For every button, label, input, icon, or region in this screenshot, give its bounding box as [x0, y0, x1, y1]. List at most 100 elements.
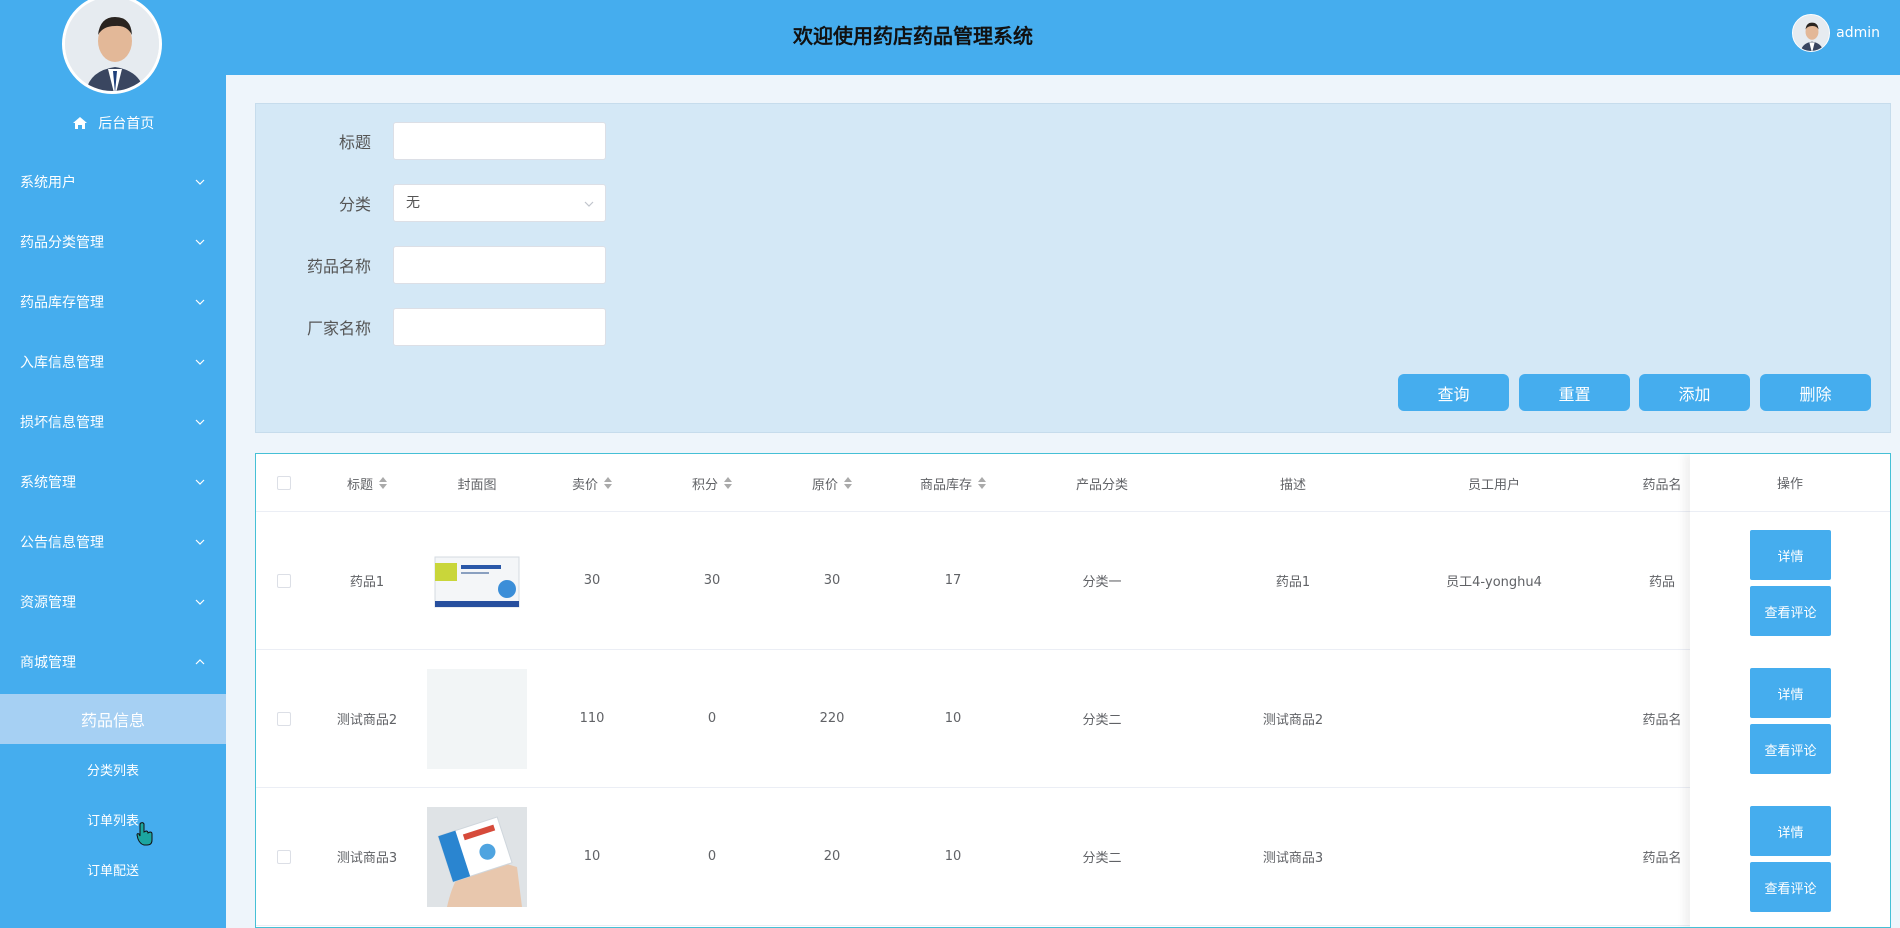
cell-cover — [422, 650, 532, 787]
product-image — [427, 806, 527, 907]
chevron-down-icon — [195, 299, 205, 305]
sidebar-item-damage[interactable]: 损坏信息管理 — [0, 392, 226, 452]
column-header-label: 产品分类 — [1075, 477, 1128, 493]
category-filter-select[interactable]: 无 — [393, 184, 606, 222]
drug-table: 标题 封面图 卖价 积分 原价 商品库存 产品分类 描述 员工用户 药品名 药品… — [255, 453, 1891, 928]
column-header-label: 卖价 — [571, 477, 598, 493]
sort-icon — [379, 477, 387, 489]
chevron-down-icon — [195, 599, 205, 605]
sidebar-item-drug-category[interactable]: 药品分类管理 — [0, 212, 226, 272]
manufacturer-filter-row: 厂家名称 — [256, 308, 606, 346]
search-panel: 标题 分类 无 药品名称 厂家名称 查询 重置 添加 删除 — [255, 103, 1891, 433]
row-checkbox[interactable] — [277, 849, 291, 864]
manufacturer-filter-input[interactable] — [393, 308, 606, 346]
avatar — [1792, 14, 1831, 52]
drug-name-filter-row: 药品名称 — [256, 246, 606, 284]
sidebar-subitem-drug-info[interactable]: 药品信息 — [0, 694, 226, 744]
sidebar-item-label: 入库信息管理 — [20, 355, 104, 371]
column-header-cover: 封面图 — [422, 454, 532, 512]
row-checkbox[interactable] — [277, 573, 291, 588]
cell-description: 测试商品3 — [1262, 851, 1324, 866]
detail-button[interactable]: 详情 — [1750, 806, 1831, 856]
category-filter-label: 分类 — [338, 195, 371, 214]
product-image — [427, 530, 527, 631]
title-filter-row: 标题 — [256, 122, 606, 160]
sidebar-item-label: 资源管理 — [20, 595, 76, 611]
sort-icon — [604, 477, 612, 489]
sidebar-item-mall[interactable]: 商城管理 — [0, 632, 226, 692]
select-all-checkbox[interactable] — [277, 476, 291, 490]
sidebar-item-resources[interactable]: 资源管理 — [0, 572, 226, 632]
sidebar-item-system-users[interactable]: 系统用户 — [0, 152, 226, 212]
cell-price: 10 — [583, 849, 601, 864]
reset-button[interactable]: 重置 — [1519, 374, 1630, 411]
cell-cover — [422, 512, 532, 649]
page-title: 欢迎使用药店药品管理系统 — [793, 24, 1033, 48]
chevron-up-icon — [195, 659, 205, 665]
sidebar-subitem-category-list[interactable]: 分类列表 — [0, 744, 226, 794]
category-filter-value: 无 — [406, 195, 420, 211]
cell-cover — [422, 788, 532, 925]
table-row: 测试商品3 10 0 20 10 分类二 测试商品3 药品名 — [256, 788, 1890, 926]
column-header-description: 描述 — [1190, 454, 1396, 512]
column-header-label: 标题 — [346, 477, 373, 493]
query-button[interactable]: 查询 — [1398, 374, 1509, 411]
sidebar-item-drug-inventory[interactable]: 药品库存管理 — [0, 272, 226, 332]
title-filter-input[interactable] — [393, 122, 606, 160]
column-header-label: 原价 — [811, 477, 838, 493]
cell-category: 分类一 — [1082, 575, 1122, 590]
cell-description: 药品1 — [1275, 575, 1311, 590]
detail-button[interactable]: 详情 — [1750, 530, 1831, 580]
column-header-title[interactable]: 标题 — [312, 454, 422, 512]
column-header-label: 商品库存 — [919, 477, 972, 493]
chevron-down-icon — [195, 539, 205, 545]
sidebar-item-label: 药品分类管理 — [20, 235, 104, 251]
column-header-original-price[interactable]: 原价 — [772, 454, 892, 512]
sidebar-home-label: 后台首页 — [98, 116, 155, 132]
column-header-label: 员工用户 — [1467, 477, 1520, 493]
sidebar-item-label: 公告信息管理 — [20, 535, 104, 551]
cell-original-price: 220 — [819, 711, 845, 726]
cell-category: 分类二 — [1082, 713, 1122, 728]
cell-points: 30 — [703, 573, 721, 588]
table-header-row: 标题 封面图 卖价 积分 原价 商品库存 产品分类 描述 员工用户 药品名 — [256, 454, 1890, 512]
sort-icon — [844, 477, 852, 489]
home-icon — [72, 117, 87, 129]
cell-staff — [1396, 650, 1592, 787]
cell-price: 30 — [583, 573, 601, 588]
row-select-cell — [256, 788, 312, 925]
column-header-stock[interactable]: 商品库存 — [892, 454, 1014, 512]
top-header: 欢迎使用药店药品管理系统 admin — [226, 0, 1900, 75]
sidebar-home-link[interactable]: 后台首页 — [0, 112, 226, 136]
chevron-down-icon — [195, 359, 205, 365]
view-comments-button[interactable]: 查看评论 — [1750, 586, 1831, 636]
sidebar-item-stock-in[interactable]: 入库信息管理 — [0, 332, 226, 392]
detail-button[interactable]: 详情 — [1750, 668, 1831, 718]
row-checkbox[interactable] — [277, 711, 291, 726]
cell-description: 测试商品2 — [1262, 713, 1324, 728]
table-row: 测试商品2 110 0 220 10 分类二 测试商品2 药品名 — [256, 650, 1890, 788]
user-menu[interactable]: admin — [1792, 14, 1880, 52]
column-header-points[interactable]: 积分 — [652, 454, 772, 512]
drug-name-filter-input[interactable] — [393, 246, 606, 284]
cell-points: 0 — [707, 711, 717, 726]
sidebar-item-system-management[interactable]: 系统管理 — [0, 452, 226, 512]
cell-title: 测试商品2 — [336, 713, 398, 728]
manufacturer-filter-label: 厂家名称 — [306, 319, 371, 338]
sidebar-subitem-label: 分类列表 — [86, 763, 139, 779]
column-header-label: 药品名 — [1642, 477, 1682, 493]
sidebar-avatar — [62, 0, 162, 94]
sidebar-subitem-order-list[interactable]: 订单列表 — [0, 794, 226, 844]
sidebar-item-announcements[interactable]: 公告信息管理 — [0, 512, 226, 572]
sidebar-subitem-order-delivery[interactable]: 订单配送 — [0, 844, 226, 894]
view-comments-button[interactable]: 查看评论 — [1750, 862, 1831, 912]
delete-button[interactable]: 删除 — [1760, 374, 1871, 411]
cell-stock: 10 — [944, 849, 962, 864]
column-header-price[interactable]: 卖价 — [532, 454, 652, 512]
row-select-cell — [256, 650, 312, 787]
add-button[interactable]: 添加 — [1639, 374, 1750, 411]
cell-title: 药品1 — [349, 575, 385, 590]
view-comments-button[interactable]: 查看评论 — [1750, 724, 1831, 774]
cell-stock: 17 — [944, 573, 962, 588]
sidebar-subitem-label: 订单列表 — [86, 813, 139, 829]
